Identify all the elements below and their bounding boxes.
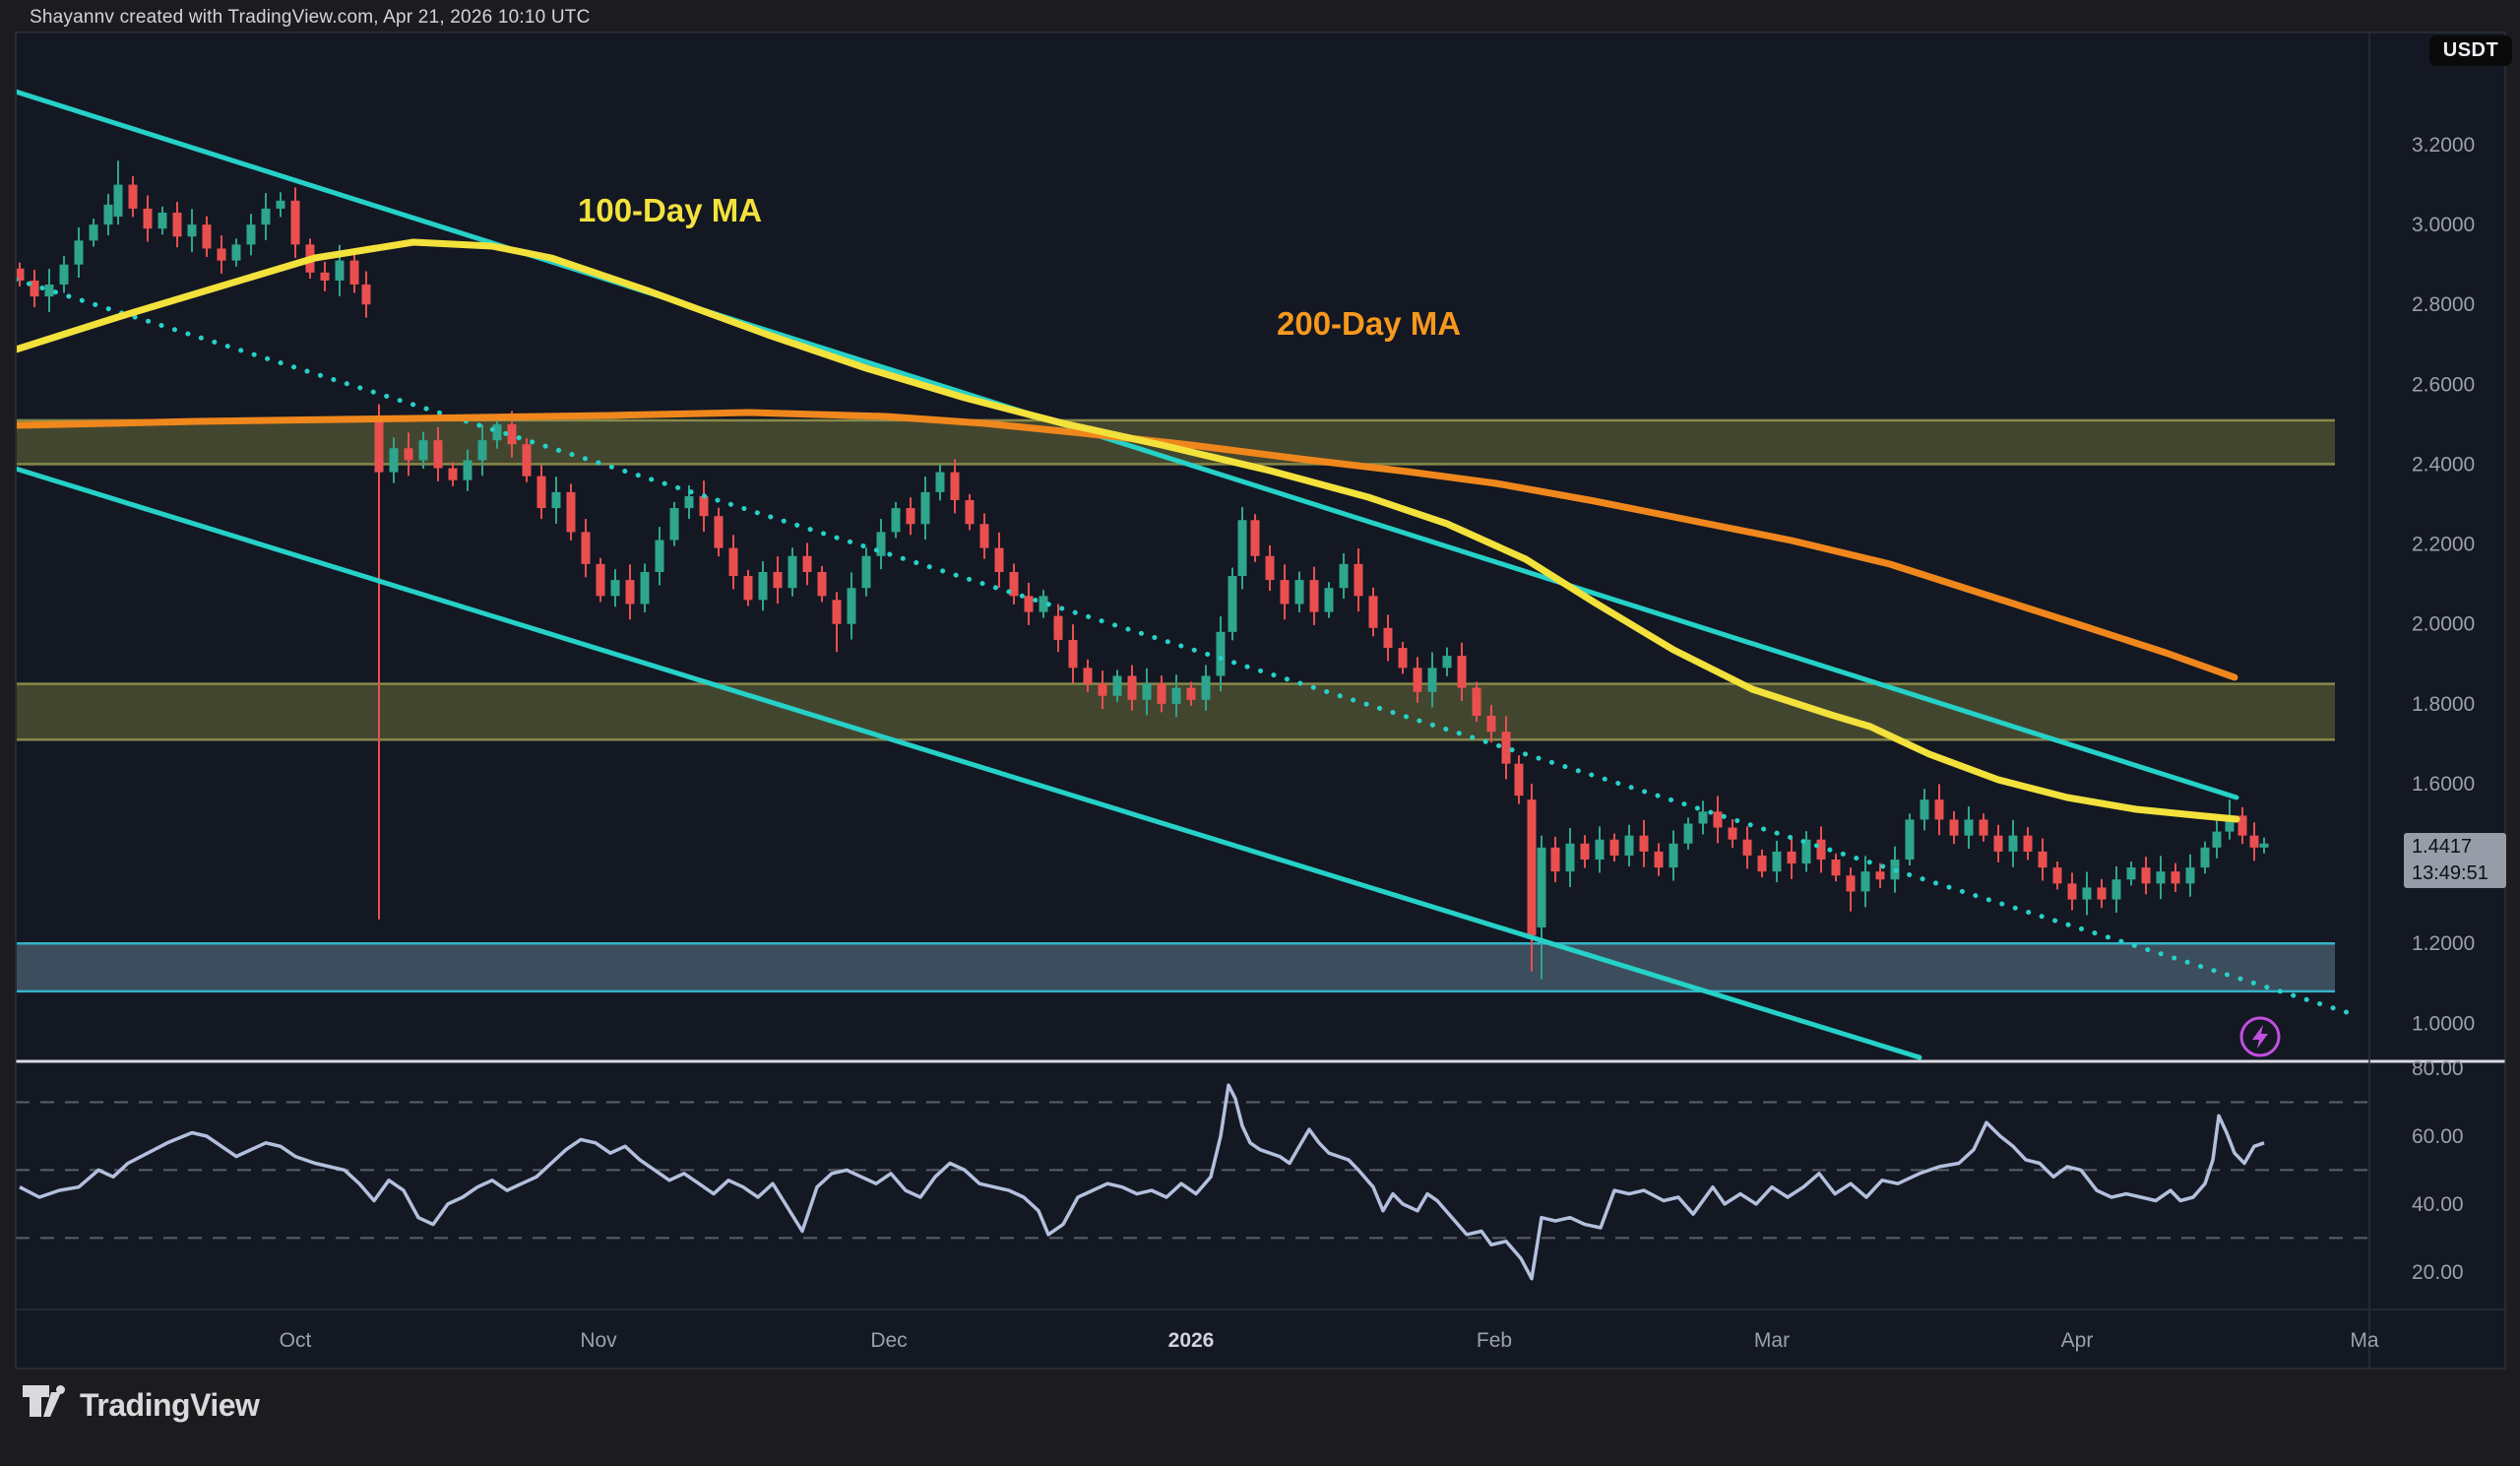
last-price-badge: 1.4417 13:49:51 — [2404, 833, 2506, 888]
price-axis-label: 2.2000 — [2412, 534, 2475, 556]
tradingview-logo-link[interactable]: TradingView — [22, 1384, 259, 1426]
time-axis-label-2026: 2026 — [1168, 1329, 1215, 1352]
price-axis-label: 3.2000 — [2412, 134, 2475, 157]
time-axis-label-Dec: Dec — [870, 1329, 907, 1352]
candle-countdown: 13:49:51 — [2412, 860, 2506, 887]
time-axis-label-Ma: Ma — [2350, 1329, 2378, 1352]
ma200-label: 200-Day MA — [1277, 305, 1461, 343]
last-price-value: 1.4417 — [2412, 834, 2506, 860]
rsi-axis-label: 80.00 — [2412, 1057, 2464, 1080]
time-axis-label-Feb: Feb — [1477, 1329, 1512, 1352]
ma100-label: 100-Day MA — [578, 192, 762, 229]
lightning-icon — [2238, 1015, 2282, 1058]
flash-lightning-button[interactable] — [2238, 1015, 2282, 1058]
tradingview-wordmark: TradingView — [80, 1387, 259, 1424]
price-axis-label: 1.8000 — [2412, 693, 2475, 716]
price-axis-label: 2.0000 — [2412, 613, 2475, 636]
rsi-axis-label: 60.00 — [2412, 1125, 2464, 1148]
time-axis-label-Oct: Oct — [280, 1329, 312, 1352]
price-axis-label: 3.0000 — [2412, 214, 2475, 236]
rsi-axis-label: 20.00 — [2412, 1261, 2464, 1284]
chart-canvas[interactable]: 3.2000 3.0000 2.8000 2.6000 2.4000 2.2000 2.00… — [0, 0, 2520, 1466]
time-axis-label-Mar: Mar — [1754, 1329, 1790, 1352]
rsi-axis-label: 40.00 — [2412, 1193, 2464, 1216]
tradingview-logo-icon — [22, 1384, 67, 1426]
chart-credit: Shayannv created with TradingView.com, A… — [30, 7, 591, 29]
tradingview-chart-screenshot: 3.2000 3.0000 2.8000 2.6000 2.4000 2.2000 2.00… — [0, 0, 2520, 1466]
price-axis-label: 2.4000 — [2412, 453, 2475, 476]
price-axis-label: 1.0000 — [2412, 1012, 2475, 1035]
quote-currency-badge: USDT — [2429, 35, 2512, 66]
price-axis-label: 1.2000 — [2412, 932, 2475, 955]
price-axis-label: 2.8000 — [2412, 293, 2475, 316]
zone-support-zone — [16, 943, 2335, 991]
time-axis-label-Nov: Nov — [580, 1329, 617, 1352]
price-axis-label: 1.6000 — [2412, 773, 2475, 796]
time-axis-label-Apr: Apr — [2061, 1329, 2094, 1352]
price-axis-label: 2.6000 — [2412, 373, 2475, 396]
